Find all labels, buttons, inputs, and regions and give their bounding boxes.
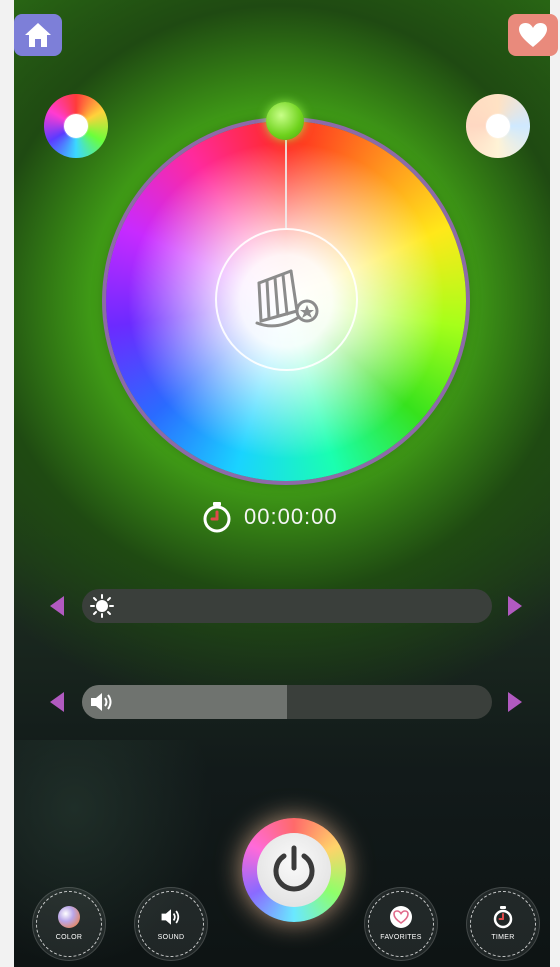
power-button-face: [257, 833, 331, 907]
timer-value: 00:00:00: [244, 504, 338, 529]
favorite-button[interactable]: [508, 14, 558, 56]
nav-timer-button[interactable]: TIMER: [466, 887, 540, 961]
right-edge: [550, 0, 560, 967]
rainbow-mode-icon[interactable]: [44, 94, 108, 158]
nav-color-button[interactable]: COLOR: [32, 887, 106, 961]
heart-star-icon: [389, 905, 413, 929]
nav-favorites-label: FAVORITES: [380, 934, 422, 941]
home-icon: [25, 23, 51, 47]
brightness-decrease-arrow[interactable]: [50, 596, 64, 616]
home-button[interactable]: [14, 14, 62, 56]
nav-color-label: COLOR: [55, 934, 83, 941]
crib-icon: [255, 269, 318, 327]
crib-mode-button[interactable]: [215, 228, 358, 371]
power-button[interactable]: [242, 818, 346, 922]
white-mode-icon[interactable]: [466, 94, 530, 158]
left-edge: [0, 0, 14, 967]
speaker-icon: [159, 905, 183, 929]
nav-sound-button[interactable]: SOUND: [134, 887, 208, 961]
color-ball-icon: [57, 905, 81, 929]
stopwatch-icon: [491, 905, 515, 929]
power-icon: [273, 845, 315, 892]
brightness-slider[interactable]: [82, 589, 492, 623]
speaker-icon: [88, 688, 116, 716]
brightness-icon: [88, 592, 116, 620]
heart-icon: [519, 23, 547, 47]
nav-timer-label: TIMER: [491, 934, 515, 941]
stopwatch-icon: [203, 502, 231, 533]
volume-increase-arrow[interactable]: [508, 692, 522, 712]
timer-display: 00:00:00: [200, 497, 338, 537]
color-selector-knob[interactable]: [266, 102, 304, 140]
nav-sound-label: SOUND: [157, 934, 185, 941]
volume-decrease-arrow[interactable]: [50, 692, 64, 712]
volume-slider[interactable]: [82, 685, 492, 719]
nav-favorites-button[interactable]: FAVORITES: [364, 887, 438, 961]
brightness-increase-arrow[interactable]: [508, 596, 522, 616]
wheel-selector-line: [285, 140, 287, 228]
